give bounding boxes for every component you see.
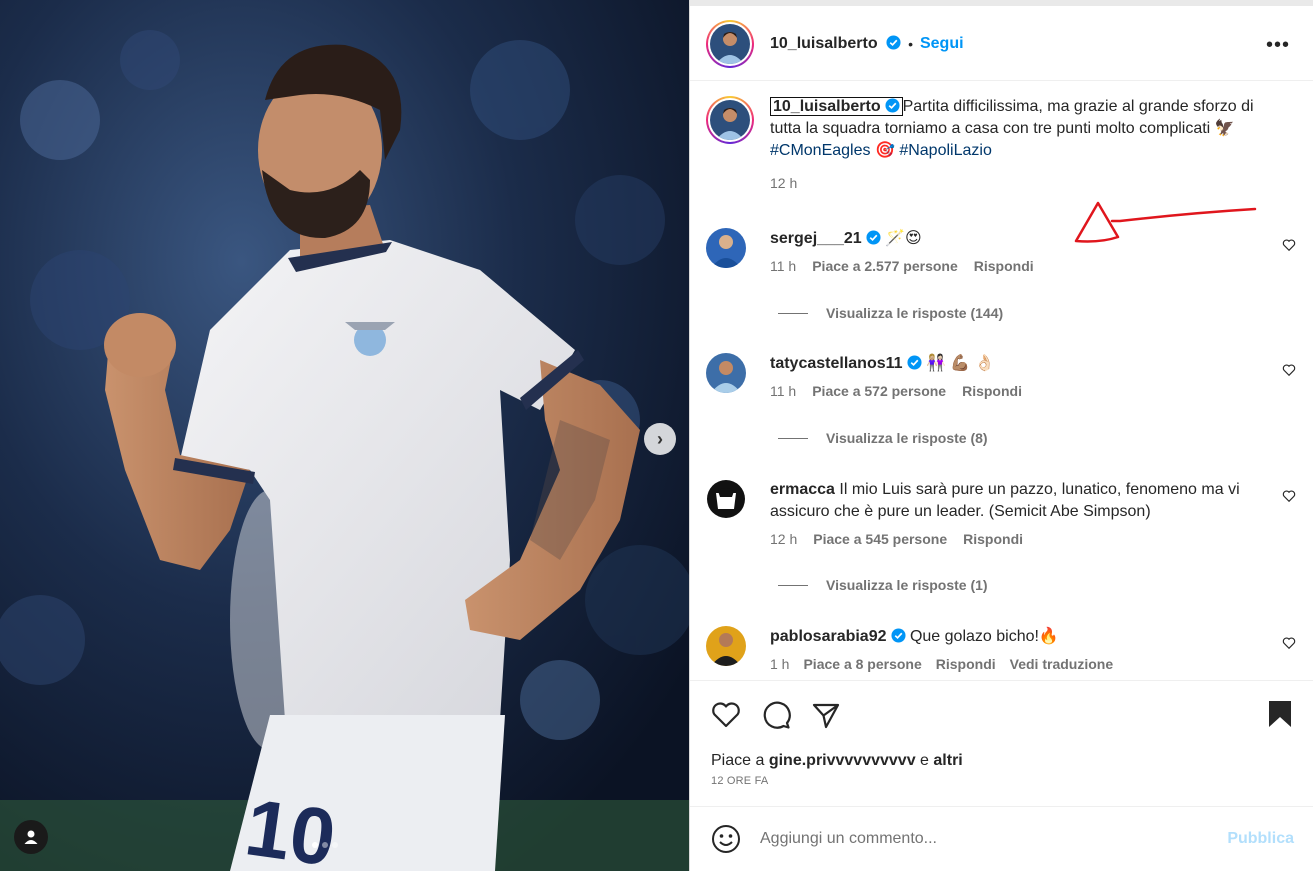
commenter-avatar[interactable] [706, 626, 746, 666]
like-comment-heart-icon[interactable] [1282, 636, 1296, 650]
tagged-users-button[interactable] [14, 820, 48, 854]
caption-author-avatar-image [710, 100, 750, 140]
svg-text:10: 10 [240, 782, 341, 871]
comment-username[interactable]: pablosarabia92 [770, 628, 887, 645]
author-username-text[interactable]: 10_luisalberto [770, 35, 878, 52]
author-avatar[interactable] [706, 20, 754, 68]
verified-badge-icon [890, 628, 906, 643]
carousel-dot [312, 842, 318, 848]
comment-username[interactable]: ermacca [770, 481, 835, 498]
likes-summary: Piace a gine.privvvvvvvvvv e altri [711, 752, 963, 770]
commenter-avatar-image [706, 228, 746, 268]
author-username[interactable]: 10_luisalberto [770, 35, 901, 53]
comment-username[interactable]: tatycastellanos11 [770, 355, 903, 372]
reply-button[interactable]: Rispondi [962, 383, 1022, 399]
comment-text: Que golazo bicho!🔥 [909, 628, 1059, 645]
share-paper-plane-icon[interactable] [810, 699, 842, 731]
publish-button[interactable]: Pubblica [1227, 830, 1294, 848]
commenter-avatar-image [706, 626, 746, 666]
view-replies-label[interactable]: Visualizza le risposte (144) [826, 305, 1003, 321]
caption-author-link[interactable]: 10_luisalberto [770, 97, 903, 116]
post-age[interactable]: 12 ORE FA [711, 775, 768, 787]
comment-username[interactable]: sergej___21 [770, 230, 862, 247]
post-details-panel: 10_luisalberto • Segui ••• 10_luisalbert… [689, 0, 1313, 871]
replies-line [778, 584, 808, 586]
likes-middle: e [920, 752, 929, 769]
emoji-picker-icon[interactable] [710, 823, 742, 855]
chevron-right-icon: › [657, 428, 663, 449]
comment-likes[interactable]: Piace a 2.577 persone [812, 258, 958, 274]
comment-item: ermacca Il mio Luis sarà pure un pazzo, … [706, 479, 1296, 547]
bookmark-save-icon[interactable] [1266, 699, 1294, 729]
verified-badge-icon [866, 230, 881, 245]
header-separator: • [908, 36, 913, 52]
like-comment-heart-icon[interactable] [1282, 489, 1296, 503]
view-replies-label[interactable]: Visualizza le risposte (8) [826, 430, 988, 446]
comment-text: 🪄😍 [885, 230, 922, 247]
view-replies-button[interactable]: Visualizza le risposte (8) [778, 430, 988, 446]
commenter-avatar[interactable] [706, 353, 746, 393]
red-arrow-annotation [1074, 201, 1257, 243]
verified-badge-icon [886, 35, 901, 50]
likes-user-link[interactable]: gine.privvvvvvvvvv [769, 752, 916, 769]
comment-time[interactable]: 11 h [770, 258, 796, 274]
like-comment-heart-icon[interactable] [1282, 363, 1296, 377]
likes-others-link[interactable]: altri [933, 752, 962, 769]
panel-top-border [690, 0, 1313, 6]
comment-input[interactable] [760, 830, 1200, 848]
like-comment-heart-icon[interactable] [1282, 238, 1296, 252]
post-photo[interactable]: 10 › [0, 0, 689, 871]
comment-time[interactable]: 12 h [770, 531, 797, 547]
reply-button[interactable]: Rispondi [963, 531, 1023, 547]
verified-badge-icon [907, 355, 922, 370]
replies-line [778, 437, 808, 439]
post-header: 10_luisalberto • Segui ••• [690, 8, 1313, 81]
caption-timestamp[interactable]: 12 h [770, 172, 1270, 194]
next-photo-button[interactable]: › [644, 423, 676, 455]
comment-likes[interactable]: Piace a 572 persone [812, 383, 946, 399]
see-translation-button[interactable]: Vedi traduzione [1010, 656, 1113, 672]
like-heart-icon[interactable] [710, 699, 742, 731]
hashtag-cmoneagles[interactable]: #CMonEagles [770, 142, 871, 159]
reply-button[interactable]: Rispondi [974, 258, 1034, 274]
post-caption: 10_luisalberto Partita difficilissima, ma… [706, 96, 1296, 194]
caption-author-name[interactable]: 10_luisalberto [773, 98, 881, 115]
comment-text: 👩🏼‍🤝‍👩🏻 💪🏽 👌🏻 [925, 355, 995, 372]
verified-badge-icon [885, 98, 900, 113]
hashtag-napolilazio[interactable]: #NapoliLazio [899, 142, 992, 159]
comment-bubble-icon[interactable] [760, 699, 792, 731]
comment-likes[interactable]: Piace a 8 persone [803, 656, 921, 672]
comment-text: Il mio Luis sarà pure un pazzo, lunatico… [770, 481, 1240, 520]
commenter-avatar[interactable] [706, 228, 746, 268]
view-replies-button[interactable]: Visualizza le risposte (144) [778, 305, 1003, 321]
comment-item: tatycastellanos11 👩🏼‍🤝‍👩🏻 💪🏽 👌🏻 11 h Pia… [706, 353, 1296, 399]
view-replies-label[interactable]: Visualizza le risposte (1) [826, 577, 988, 593]
post-actions: Piace a gine.privvvvvvvvvv e altri 12 OR… [690, 680, 1313, 806]
reply-button[interactable]: Rispondi [936, 656, 996, 672]
carousel-dot [332, 842, 338, 848]
comment-time[interactable]: 1 h [770, 656, 789, 672]
comment-time[interactable]: 11 h [770, 383, 796, 399]
carousel-indicator [312, 842, 338, 848]
follow-button[interactable]: Segui [920, 35, 964, 53]
carousel-dot [322, 842, 328, 848]
commenter-avatar-image [706, 353, 746, 393]
likes-prefix: Piace a [711, 752, 765, 769]
caption-emoji: 🎯 [874, 142, 895, 159]
author-avatar-image [710, 24, 750, 64]
replies-line [778, 312, 808, 314]
view-replies-button[interactable]: Visualizza le risposte (1) [778, 577, 988, 593]
player-photo-illustration: 10 [0, 0, 689, 871]
caption-body: 10_luisalberto Partita difficilissima, ma… [770, 96, 1270, 194]
user-icon [24, 830, 38, 844]
caption-author-avatar[interactable] [706, 96, 754, 144]
more-options-icon[interactable]: ••• [1266, 34, 1290, 57]
comment-item: pablosarabia92 Que golazo bicho!🔥 1 h Pi… [706, 626, 1296, 672]
commenter-avatar[interactable] [706, 479, 746, 519]
add-comment-bar: Pubblica [690, 806, 1313, 871]
comment-likes[interactable]: Piace a 545 persone [813, 531, 947, 547]
commenter-avatar-image [706, 479, 746, 519]
